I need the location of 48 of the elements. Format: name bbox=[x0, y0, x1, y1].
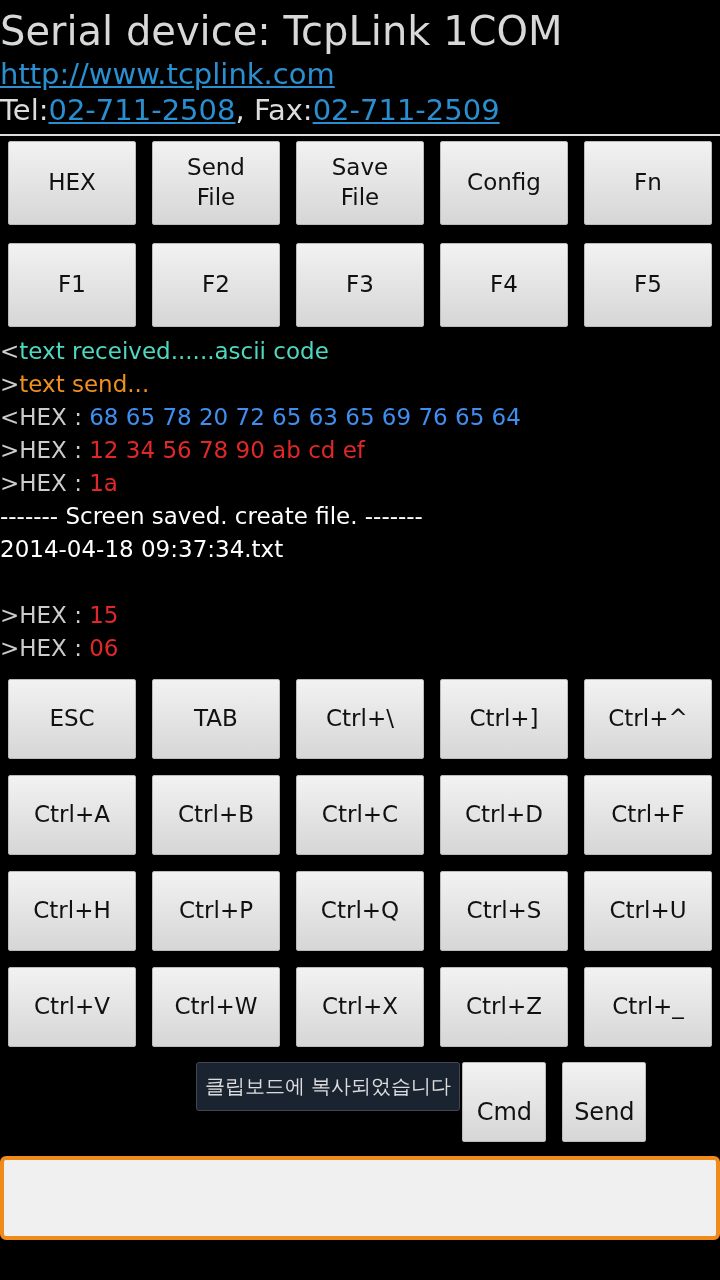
key-button[interactable]: Ctrl+C bbox=[296, 775, 424, 855]
contact-line: Tel:02-711-2508, Fax:02-711-2509 bbox=[0, 92, 501, 128]
function-button[interactable]: Fn bbox=[584, 141, 712, 225]
input-field[interactable] bbox=[0, 1156, 720, 1240]
key-button[interactable]: Ctrl+Z bbox=[440, 967, 568, 1047]
key-button[interactable]: ESC bbox=[8, 679, 136, 759]
key-button[interactable]: Ctrl+_ bbox=[584, 967, 712, 1047]
command-button[interactable]: Send bbox=[562, 1062, 647, 1142]
function-button[interactable]: F1 bbox=[8, 243, 136, 327]
website-link[interactable]: http://www.tcplink.com bbox=[0, 57, 335, 91]
command-button[interactable]: Cmd bbox=[462, 1062, 547, 1142]
log-line: >HEX : 12 34 56 78 90 ab cd ef bbox=[0, 436, 367, 465]
key-button[interactable]: Ctrl+P bbox=[152, 871, 280, 951]
key-button[interactable]: TAB bbox=[152, 679, 280, 759]
key-button[interactable]: Ctrl+] bbox=[440, 679, 568, 759]
function-button[interactable]: F4 bbox=[440, 243, 568, 327]
key-button[interactable]: Ctrl+V bbox=[8, 967, 136, 1047]
key-button[interactable]: Ctrl+U bbox=[584, 871, 712, 951]
function-button[interactable]: F3 bbox=[296, 243, 424, 327]
log-line: >HEX : 15 bbox=[0, 601, 120, 630]
key-button[interactable]: Ctrl+^ bbox=[584, 679, 712, 759]
key-button[interactable]: Ctrl+F bbox=[584, 775, 712, 855]
function-button[interactable]: Send File bbox=[152, 141, 280, 225]
function-button[interactable]: Config bbox=[440, 141, 568, 225]
phone-link[interactable]: 02-711-2508 bbox=[48, 93, 236, 127]
key-button[interactable]: Ctrl+B bbox=[152, 775, 280, 855]
device-title: Serial device: TcpLink 1COM bbox=[0, 7, 564, 56]
key-button[interactable]: Ctrl+D bbox=[440, 775, 568, 855]
key-button[interactable]: Ctrl+Q bbox=[296, 871, 424, 951]
log-line: >HEX : 1a bbox=[0, 469, 119, 498]
key-button[interactable]: Ctrl+X bbox=[296, 967, 424, 1047]
function-button[interactable]: HEX bbox=[8, 141, 136, 225]
function-button[interactable]: F5 bbox=[584, 243, 712, 327]
key-button[interactable]: Ctrl+S bbox=[440, 871, 568, 951]
log-line: >HEX : 06 bbox=[0, 634, 120, 663]
log-line: <text received......ascii code bbox=[0, 337, 330, 366]
phone-link[interactable]: 02-711-2509 bbox=[312, 93, 500, 127]
toast-message: 클립보드에 복사되었습니다 bbox=[196, 1062, 461, 1111]
function-button[interactable]: Save File bbox=[296, 141, 424, 225]
key-button[interactable]: Ctrl+A bbox=[8, 775, 136, 855]
log-line: 2014-04-18 09:37:34.txt bbox=[0, 535, 285, 564]
key-button[interactable]: Ctrl+W bbox=[152, 967, 280, 1047]
log-line: <HEX : 68 65 78 20 72 65 63 65 69 76 65 64 bbox=[0, 403, 522, 432]
log-line: ------- Screen saved. create file. ------- bbox=[0, 502, 424, 531]
function-button[interactable]: F2 bbox=[152, 243, 280, 327]
key-button[interactable]: Ctrl+\ bbox=[296, 679, 424, 759]
key-button[interactable]: Ctrl+H bbox=[8, 871, 136, 951]
log-line: >text send... bbox=[0, 370, 151, 399]
